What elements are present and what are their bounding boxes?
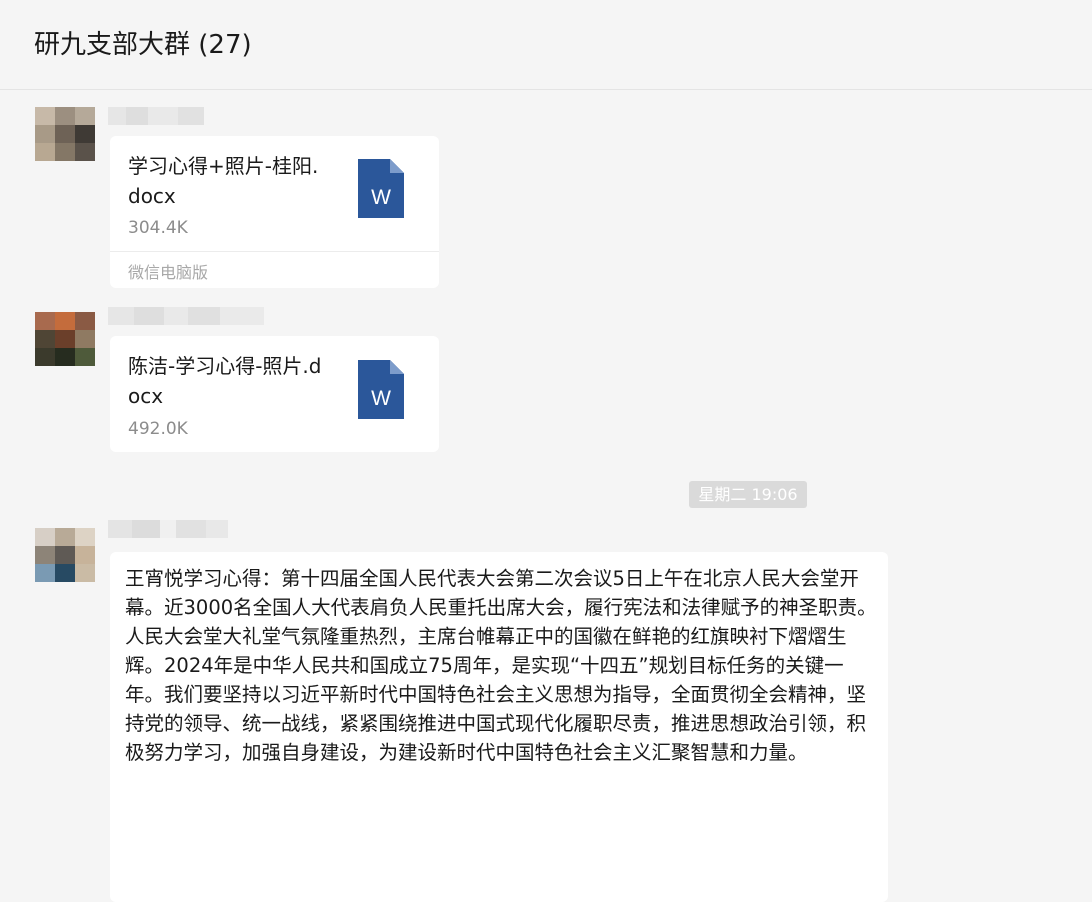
file-name: 陈洁-学习心得-照片.docx bbox=[128, 354, 322, 408]
card-divider bbox=[110, 251, 439, 252]
chat-title[interactable]: 研九支部大群 (27) bbox=[34, 28, 252, 62]
file-name: 学习心得+照片-桂阳.docx bbox=[128, 154, 319, 208]
sender-name-redacted bbox=[108, 520, 228, 538]
chat-header: 研九支部大群 (27) bbox=[0, 0, 1092, 90]
file-message[interactable]: 陈洁-学习心得-照片.docx 492.0K W bbox=[110, 336, 439, 452]
text-message[interactable]: 王宵悦学习心得：第十四届全国人民代表大会第二次会议5日上午在北京人民大会堂开幕。… bbox=[110, 552, 888, 902]
sender-avatar[interactable] bbox=[35, 107, 95, 161]
message-list[interactable]: 学习心得+照片-桂阳.docx 304.4K W 微信电脑版 陈洁-学习心得-照… bbox=[0, 91, 1092, 902]
file-source: 微信电脑版 bbox=[128, 263, 209, 282]
svg-text:W: W bbox=[371, 387, 391, 410]
timestamp-divider: 星期二 19:06 bbox=[689, 481, 807, 508]
sender-avatar[interactable] bbox=[35, 312, 95, 366]
file-message[interactable]: 学习心得+照片-桂阳.docx 304.4K W 微信电脑版 bbox=[110, 136, 439, 288]
file-size: 492.0K bbox=[128, 419, 188, 439]
message-text: 王宵悦学习心得：第十四届全国人民代表大会第二次会议5日上午在北京人民大会堂开幕。… bbox=[125, 567, 877, 764]
word-doc-icon: W bbox=[358, 159, 404, 218]
sender-avatar[interactable] bbox=[35, 528, 95, 582]
svg-text:W: W bbox=[371, 186, 391, 209]
sender-name-redacted bbox=[108, 307, 264, 325]
word-doc-icon: W bbox=[358, 360, 404, 419]
sender-name-redacted bbox=[108, 107, 204, 125]
file-size: 304.4K bbox=[128, 218, 188, 238]
